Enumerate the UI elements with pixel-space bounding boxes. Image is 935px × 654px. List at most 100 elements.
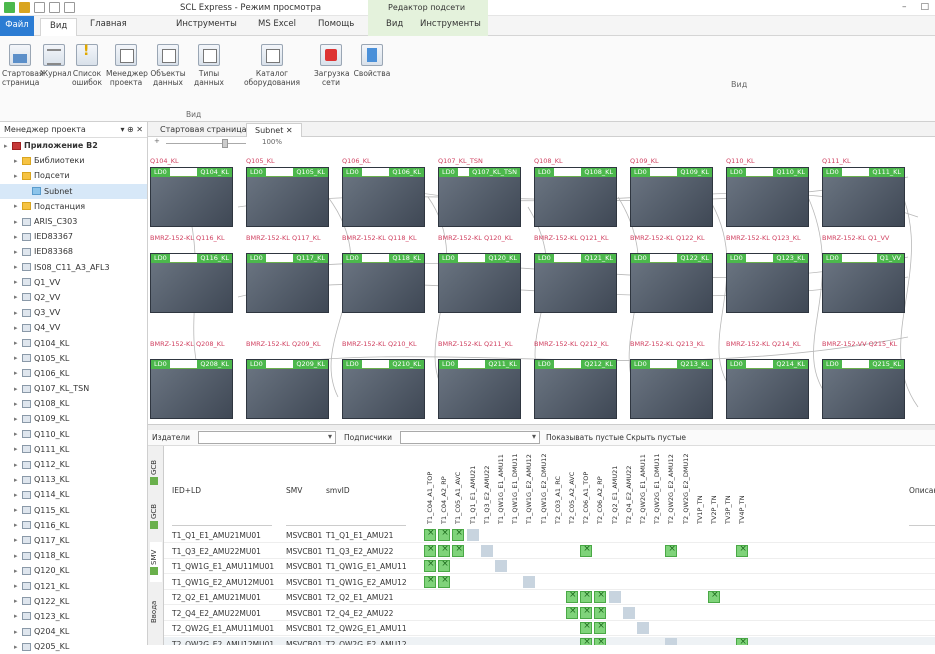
subscription-checked-cell[interactable] (438, 528, 451, 541)
expand-arrow-icon[interactable]: ▸ (14, 278, 22, 286)
tree-item[interactable]: ▸ Q106_KL (0, 366, 147, 381)
catalog-button[interactable]: Каталог оборудования (232, 44, 312, 87)
ied-node[interactable]: LD0 Q211_KL (438, 359, 521, 419)
tab-tools[interactable]: Инструменты (176, 19, 237, 29)
tree-item[interactable]: ▸ Q205_KL (0, 639, 147, 654)
expand-arrow-icon[interactable]: ▸ (14, 552, 22, 560)
grid-column-header[interactable]: T1_Q1_E1_AMU21 (469, 448, 479, 524)
expand-arrow-icon[interactable]: ▸ (14, 369, 22, 377)
new-icon[interactable] (34, 2, 45, 13)
subscription-checked-cell[interactable] (566, 606, 578, 619)
hide-empty-button[interactable]: Скрыть пустые (626, 433, 686, 442)
ied-node[interactable]: LD0 Q210_KL (342, 359, 425, 419)
publishers-combo[interactable] (198, 431, 336, 444)
expand-arrow-icon[interactable]: ▸ (14, 521, 22, 529)
subscription-checked-cell[interactable] (424, 528, 436, 541)
show-empty-button[interactable]: Показывать пустые (546, 433, 624, 442)
grid-column-header[interactable]: T2_QW2G_E1_DMU11 (653, 448, 663, 524)
subscription-checked-cell[interactable] (566, 590, 578, 603)
tree-item[interactable]: ▸ Q120_KL (0, 563, 147, 578)
subscription-checked-cell[interactable] (452, 544, 465, 557)
table-row[interactable]: T1_QW1G_E2_AMU12MU01 MSVCB01 T1_QW1G_E2_AM… (164, 575, 935, 590)
subscription-checked-cell[interactable] (580, 621, 593, 634)
expand-arrow-icon[interactable]: ▸ (14, 506, 22, 514)
subscription-checked-cell[interactable] (424, 575, 436, 588)
grid-column-header[interactable]: T1_C04_A1_TOP (426, 448, 436, 524)
grid-column-header[interactable]: T2_QW2G_E2_DMU12 (682, 448, 692, 524)
subscription-checked-cell[interactable] (665, 544, 678, 557)
expand-arrow-icon[interactable]: ▸ (14, 263, 22, 271)
ied-node[interactable]: LD0 Q212_KL (534, 359, 617, 419)
tree-item[interactable]: Subnet (0, 183, 147, 199)
grid-column-header[interactable]: T1_QW1G_E1_AMU11 (497, 448, 507, 524)
panel-controls[interactable]: ▾ ⊕ ✕ (120, 125, 143, 134)
log-button[interactable]: Журнал (40, 44, 72, 78)
expand-arrow-icon[interactable]: ▸ (14, 202, 22, 210)
subscription-checked-cell[interactable] (594, 621, 607, 634)
maximize-button[interactable]: □ (920, 2, 929, 12)
expand-arrow-icon[interactable]: ▸ (14, 643, 22, 651)
grid-column-header[interactable]: T1_Q3_E2_AMU22 (483, 448, 493, 524)
table-row[interactable]: T1_Q1_E1_AMU21MU01 MSVCB01 T1_Q1_E1_AMU21 (164, 528, 935, 543)
subscription-checked-cell[interactable] (580, 544, 593, 557)
tree-item[interactable]: ▸ Q123_KL (0, 609, 147, 624)
tab-file[interactable]: Файл (0, 16, 34, 36)
grid-column-header[interactable]: T2_C03_A1_RC (554, 448, 564, 524)
ied-node[interactable]: LD0 Q121_KL (534, 253, 617, 313)
properties-button[interactable]: Свойства (352, 44, 392, 78)
data-objects-button[interactable]: Объекты данных (148, 44, 188, 87)
tab-excel[interactable]: MS Excel (258, 19, 296, 29)
ied-node[interactable]: LD0 Q213_KL (630, 359, 713, 419)
ied-node[interactable]: LD0 Q106_KL (342, 167, 425, 227)
expand-arrow-icon[interactable]: ▸ (14, 567, 22, 575)
save-icon[interactable] (64, 2, 75, 13)
tab-view[interactable]: Вид (40, 18, 78, 37)
ied-node[interactable]: LD0 Q209_KL (246, 359, 329, 419)
expand-arrow-icon[interactable]: ▸ (14, 612, 22, 620)
grid-column-header[interactable]: T2_QW2G_E2_AMU12 (667, 448, 677, 524)
tree-item[interactable]: ▸ Подстанция (0, 199, 147, 214)
tree-item[interactable]: ▸ Q113_KL (0, 472, 147, 487)
tree-item[interactable]: ▸ Q115_KL (0, 503, 147, 518)
side-tab-inputs[interactable]: Ввода (150, 592, 162, 632)
tab-start-page[interactable]: Стартовая страница (152, 123, 255, 136)
tree-item[interactable]: ▸ Q4_VV (0, 320, 147, 335)
tree-item[interactable]: ▸ Q2_VV (0, 290, 147, 305)
expand-arrow-icon[interactable]: ▸ (14, 233, 22, 241)
side-tab-gcb-1[interactable]: GCB (150, 452, 162, 492)
tree-item[interactable]: ▸ ARIS_C303 (0, 214, 147, 229)
ied-node[interactable]: LD0 Q120_KL (438, 253, 521, 313)
tree-item[interactable]: ▸ Q112_KL (0, 457, 147, 472)
expand-arrow-icon[interactable]: ▸ (4, 142, 12, 150)
tab-ctx-tools[interactable]: Инструменты (420, 19, 481, 29)
grid-column-header[interactable]: T2_QW2G_E1_AMU11 (639, 448, 649, 524)
tree-item[interactable]: ▸ Q118_KL (0, 548, 147, 563)
expand-arrow-icon[interactable]: ▸ (14, 445, 22, 453)
expand-arrow-icon[interactable]: ▸ (14, 400, 22, 408)
tree-item[interactable]: ▸ Q3_VV (0, 305, 147, 320)
grid-column-header[interactable]: T1_QW1G_E1_DMU11 (511, 448, 521, 524)
tree-item[interactable]: ▸ Q1_VV (0, 275, 147, 290)
grid-column-header[interactable]: T2_C06_A1_TOP (582, 448, 592, 524)
subscription-checked-cell[interactable] (452, 528, 465, 541)
expand-arrow-icon[interactable]: ▸ (14, 218, 22, 226)
tree-item[interactable]: ▸ Q109_KL (0, 411, 147, 426)
tree-item[interactable]: ▸ Q116_KL (0, 518, 147, 533)
tree-item[interactable]: ▸ Приложение B2 (0, 138, 147, 153)
grid-column-header[interactable]: T2_C06_A2_RP (596, 448, 606, 524)
tab-home[interactable]: Главная (90, 19, 127, 29)
tab-ctx-view[interactable]: Вид (386, 19, 403, 29)
minimize-button[interactable]: – (902, 2, 907, 12)
grid-column-header[interactable]: TV4P_TN (738, 448, 748, 524)
table-row[interactable]: T2_QW2G_E2_AMU12MU01 MSVCB01 T2_QW2G_E2_AM… (164, 636, 935, 645)
ied-node[interactable]: LD0 Q215_KL (822, 359, 905, 419)
grid-column-header[interactable]: T1_QW1G_E2_AMU12 (525, 448, 535, 524)
table-row[interactable]: T2_Q4_E2_AMU22MU01 MSVCB01 T2_Q4_E2_AMU22 (164, 606, 935, 621)
grid-column-header[interactable]: TV1P_TN (696, 448, 706, 524)
tab-help[interactable]: Помощь (318, 19, 354, 29)
ied-node[interactable]: LD0 Q110_KL (726, 167, 809, 227)
grid-column-header[interactable]: T1_C05_A1_AVC (454, 448, 464, 524)
start-page-button[interactable]: Стартовая страница (2, 44, 43, 87)
grid-column-header[interactable]: T2_Q2_E1_AMU21 (611, 448, 621, 524)
tree-item[interactable]: ▸ Q108_KL (0, 396, 147, 411)
